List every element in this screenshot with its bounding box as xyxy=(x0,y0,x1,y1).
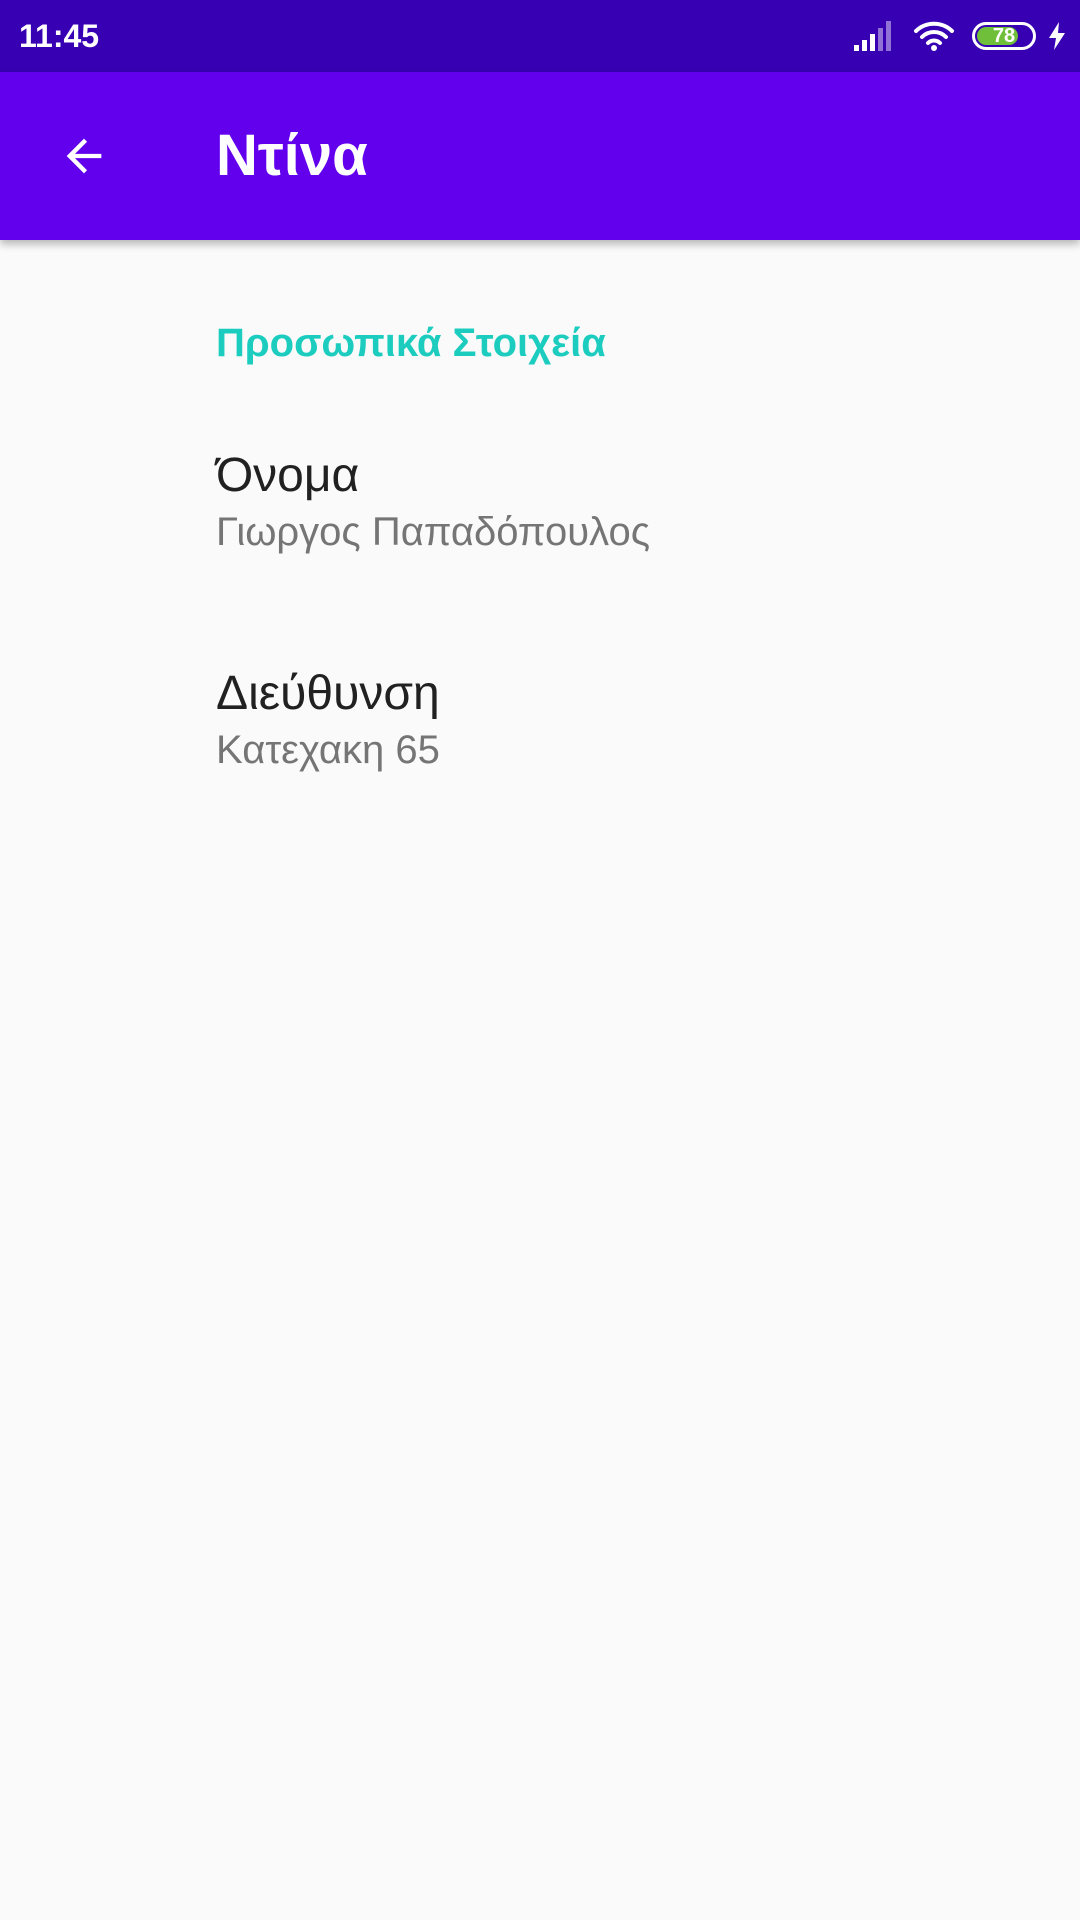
back-button[interactable] xyxy=(36,108,132,204)
signal-icon xyxy=(854,21,891,51)
arrow-back-icon xyxy=(66,138,102,174)
preference-summary: Γιωργος Παπαδόπουλος xyxy=(216,510,651,554)
preference-address[interactable]: Διεύθυνση Κατεχακη 65 xyxy=(0,666,1080,826)
battery-percent: 78 xyxy=(992,25,1016,47)
app-bar: Ντίνα xyxy=(0,72,1080,240)
wifi-icon xyxy=(914,21,954,51)
battery-icon: 78 xyxy=(972,22,1036,50)
preference-title: Όνομα xyxy=(216,449,360,502)
status-time: 11:45 xyxy=(19,18,100,54)
status-bar: 11:45 78 xyxy=(0,0,1080,72)
preference-name[interactable]: Όνομα Γιωργος Παπαδόπουλος xyxy=(0,448,1080,608)
section-header-personal-info: Προσωπικά Στοιχεία xyxy=(216,321,606,365)
status-icons: 78 xyxy=(852,18,1068,54)
charging-bolt-icon xyxy=(1049,22,1065,50)
preference-title: Διεύθυνση xyxy=(216,667,440,720)
page-title: Ντίνα xyxy=(216,123,368,188)
preference-summary: Κατεχακη 65 xyxy=(216,728,440,772)
